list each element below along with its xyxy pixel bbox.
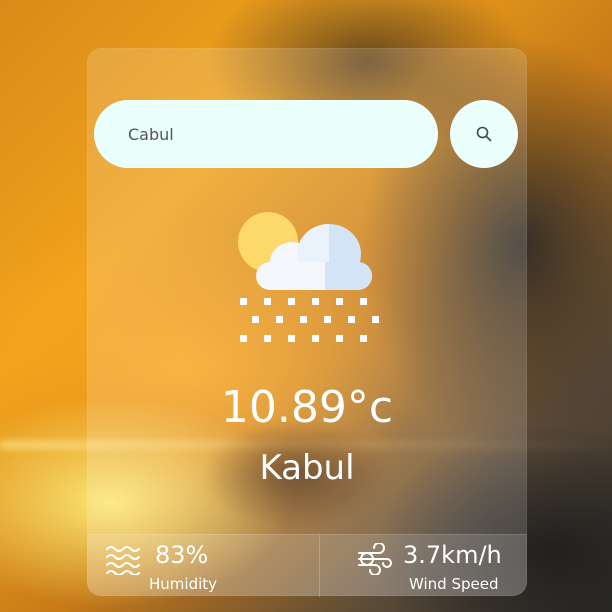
search-input[interactable] (128, 124, 408, 144)
wind-stat: 3.7km/h Wind Speed (319, 535, 527, 597)
humidity-stat: 83% Humidity (87, 535, 319, 597)
search-button[interactable] (450, 100, 518, 168)
humidity-waves-icon (106, 546, 140, 575)
humidity-label: Humidity (149, 575, 218, 593)
search-icon (476, 126, 492, 142)
stats-bar: 83% Humidity 3.7km/h Wind Speed (87, 534, 527, 597)
humidity-value: 83% (155, 541, 209, 569)
city-name: Kabul (259, 448, 355, 488)
partly-cloudy-snow-icon (238, 212, 379, 342)
wind-icon (358, 543, 392, 575)
search-bar[interactable] (94, 100, 438, 168)
wind-label: Wind Speed (409, 575, 499, 593)
wind-value: 3.7km/h (403, 541, 502, 569)
temperature-value: 10.89°c (220, 382, 394, 433)
